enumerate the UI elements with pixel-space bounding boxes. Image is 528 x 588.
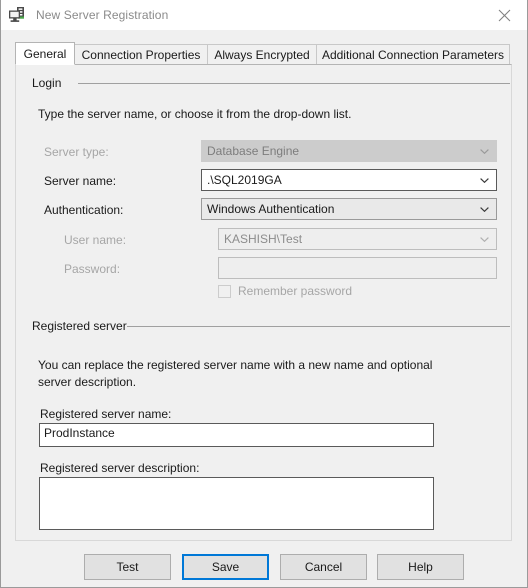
remember-password-checkbox: Remember password — [218, 284, 352, 298]
chevron-down-icon[interactable] — [480, 178, 489, 183]
close-icon[interactable] — [481, 0, 527, 30]
test-button[interactable]: Test — [84, 554, 171, 580]
registered-server-group-title: Registered server — [32, 319, 133, 333]
registered-server-description-text: You can replace the registered server na… — [38, 358, 433, 389]
server-type-label: Server type: — [44, 145, 109, 159]
chevron-down-icon — [480, 237, 489, 242]
tab-additional-connection-parameters[interactable]: Additional Connection Parameters — [316, 44, 510, 64]
titlebar: New Server Registration — [1, 0, 527, 30]
save-button-label: Save — [211, 560, 240, 574]
tab-general[interactable]: General — [15, 42, 75, 65]
help-button-label: Help — [408, 560, 433, 574]
window-title: New Server Registration — [36, 8, 169, 22]
login-group-divider — [78, 83, 510, 84]
tab-always-encrypted[interactable]: Always Encrypted — [207, 44, 317, 64]
login-group-title: Login — [32, 76, 68, 90]
tab-connection-properties[interactable]: Connection Properties — [74, 44, 208, 64]
registered-server-group-divider — [127, 326, 510, 327]
server-name-combo[interactable]: .\SQL2019GA — [201, 169, 497, 191]
server-registration-icon — [8, 6, 28, 24]
tab-additional-connection-parameters-label: Additional Connection Parameters — [321, 47, 505, 62]
authentication-combo[interactable]: Windows Authentication — [201, 198, 497, 220]
user-name-value: KASHISH\Test — [224, 232, 303, 246]
remember-password-label: Remember password — [238, 284, 353, 298]
registered-server-description-label: Registered server description: — [40, 461, 200, 475]
server-type-value: Database Engine — [207, 144, 300, 158]
save-button[interactable]: Save — [182, 554, 269, 580]
test-button-label: Test — [116, 560, 139, 574]
user-name-label: User name: — [64, 233, 127, 247]
user-name-combo: KASHISH\Test — [218, 228, 497, 250]
password-field — [218, 257, 497, 279]
authentication-value: Windows Authentication — [207, 202, 335, 216]
authentication-label: Authentication: — [44, 203, 124, 217]
tab-page-general: Login Type the server name, or choose it… — [15, 64, 512, 541]
server-name-label: Server name: — [44, 174, 117, 188]
registered-server-description-input[interactable] — [39, 477, 434, 530]
checkbox-box-icon — [218, 284, 231, 298]
password-label: Password: — [64, 262, 121, 276]
tab-strip: General Connection Properties Always Enc… — [15, 42, 510, 65]
tab-general-label: General — [23, 46, 67, 61]
registered-server-name-value: ProdInstance — [44, 426, 115, 440]
registered-server-name-label: Registered server name: — [40, 407, 172, 421]
tab-always-encrypted-label: Always Encrypted — [214, 47, 310, 62]
registered-server-name-input[interactable]: ProdInstance — [39, 423, 434, 447]
server-type-combo: Database Engine — [201, 140, 497, 162]
chevron-down-icon — [480, 149, 489, 154]
cancel-button[interactable]: Cancel — [280, 554, 367, 580]
new-server-registration-dialog: New Server Registration General Connecti… — [0, 0, 528, 588]
help-button[interactable]: Help — [377, 554, 464, 580]
login-instruction-text: Type the server name, or choose it from … — [38, 107, 352, 121]
tab-connection-properties-label: Connection Properties — [81, 47, 201, 62]
chevron-down-icon[interactable] — [480, 207, 489, 212]
server-name-value: .\SQL2019GA — [207, 173, 282, 187]
cancel-button-label: Cancel — [304, 560, 343, 574]
